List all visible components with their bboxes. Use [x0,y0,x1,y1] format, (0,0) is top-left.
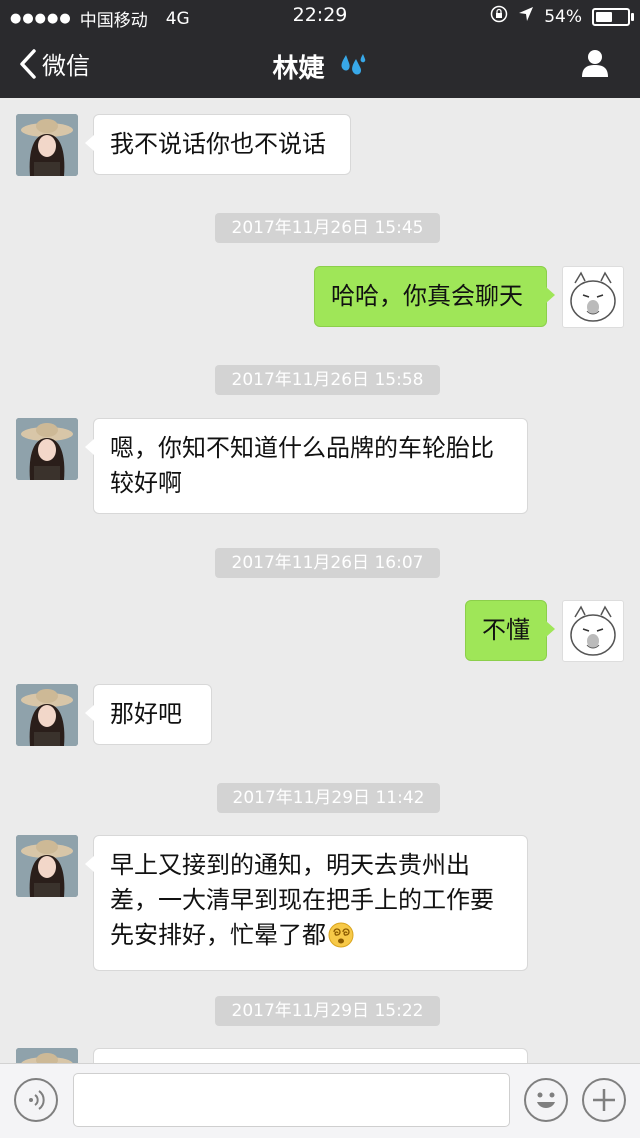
timestamp: 2017年11月26日 15:58 [215,365,440,395]
message-text: 那好吧 [110,700,182,728]
sweat-droplets-icon [338,53,368,86]
person-icon [582,50,608,77]
dizzy-face-icon [328,922,354,958]
battery-percentage: 54% [544,6,582,27]
outgoing-message[interactable]: 哈哈，你真会聊天 [314,266,555,327]
chat-title: 林婕 [0,48,640,86]
top-bar: ●●●●● 中国移动 4G 22:29 54% 微信 林婕 [0,0,640,98]
incoming-message[interactable]: 嗯，你知不知道什么品牌的车轮胎比较好啊 [85,418,528,514]
contact-avatar[interactable] [16,418,78,480]
contact-avatar[interactable] [16,835,78,897]
input-bar [0,1063,640,1138]
incoming-message[interactable]: 早上又接到的通知，明天去贵州出差，一大清早到现在把手上的工作要先安排好，忙晕了都 [85,835,528,971]
my-avatar[interactable] [562,266,624,328]
message-text: 早上又接到的通知，明天去贵州出差，一大清早到现在把手上的工作要先安排好，忙晕了都 [110,851,494,949]
incoming-message[interactable]: 我不说话你也不说话 [85,114,351,175]
contact-avatar[interactable] [16,684,78,746]
orientation-lock-icon [490,5,508,28]
voice-button[interactable] [14,1078,58,1122]
profile-button[interactable] [580,48,610,82]
battery-icon [592,7,634,26]
emoji-button[interactable] [524,1078,568,1122]
message-text: 嗯，你知不知道什么品牌的车轮胎比较好啊 [110,434,494,497]
incoming-message[interactable]: 那好吧 [85,684,212,745]
outgoing-message[interactable]: 不懂 [465,600,555,661]
status-right: 54% [490,5,634,28]
timestamp: 2017年11月29日 11:42 [217,783,440,813]
message-text: 哈哈，你真会聊天 [331,282,523,310]
plus-icon [593,1089,615,1111]
voice-icon [29,1090,45,1110]
contact-avatar[interactable] [16,1048,78,1063]
contact-name: 林婕 [272,54,325,84]
more-button[interactable] [582,1078,626,1122]
message-input[interactable] [73,1073,510,1127]
message-text: 不懂 [482,616,530,644]
battery-fill [596,11,612,22]
timestamp: 2017年11月26日 15:45 [215,213,440,243]
status-bar: ●●●●● 中国移动 4G 22:29 54% [0,0,640,34]
contact-avatar[interactable] [16,114,78,176]
timestamp: 2017年11月26日 16:07 [215,548,440,578]
location-arrow-icon [518,6,534,27]
emoji-icon [537,1092,555,1108]
timestamp: 2017年11月29日 15:22 [215,996,440,1026]
incoming-message-partial[interactable] [93,1048,528,1063]
chat-area[interactable]: 我不说话你也不说话 2017年11月26日 15:45 哈哈，你真会聊天 201… [0,98,640,1063]
message-text: 我不说话你也不说话 [110,130,326,158]
my-avatar[interactable] [562,600,624,662]
nav-bar: 微信 林婕 [0,34,640,98]
